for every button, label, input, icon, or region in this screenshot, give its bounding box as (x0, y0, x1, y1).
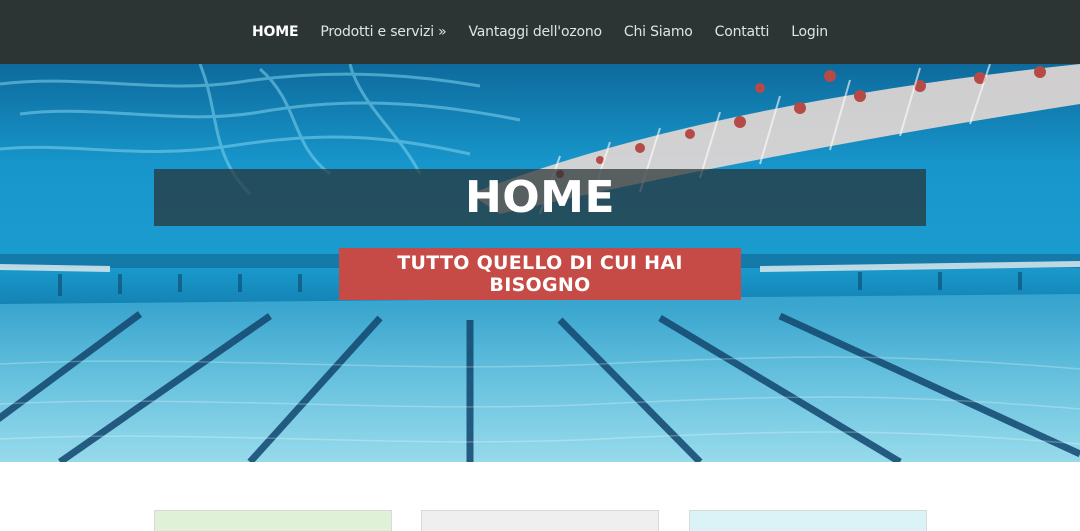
feature-card-3[interactable] (689, 510, 927, 531)
hero-title-band: HOME (154, 169, 926, 226)
page-title: HOME (464, 172, 616, 223)
cta-button[interactable]: TUTTO QUELLO DI CUI HAI BISOGNO (339, 248, 741, 300)
feature-card-1[interactable] (154, 510, 392, 531)
nav-item-prodotti-e-servizi[interactable]: Prodotti e servizi » (309, 0, 457, 64)
nav-item-home[interactable]: HOME (241, 0, 309, 64)
feature-card-2[interactable] (421, 510, 659, 531)
main-nav: HOME Prodotti e servizi » Vantaggi dell'… (0, 0, 1080, 64)
nav-item-contatti[interactable]: Contatti (704, 0, 781, 64)
hero-banner: HOME TUTTO QUELLO DI CUI HAI BISOGNO (0, 64, 1080, 462)
nav-item-vantaggi-ozono[interactable]: Vantaggi dell'ozono (458, 0, 613, 64)
nav-item-chi-siamo[interactable]: Chi Siamo (613, 0, 704, 64)
nav-item-login[interactable]: Login (780, 0, 839, 64)
